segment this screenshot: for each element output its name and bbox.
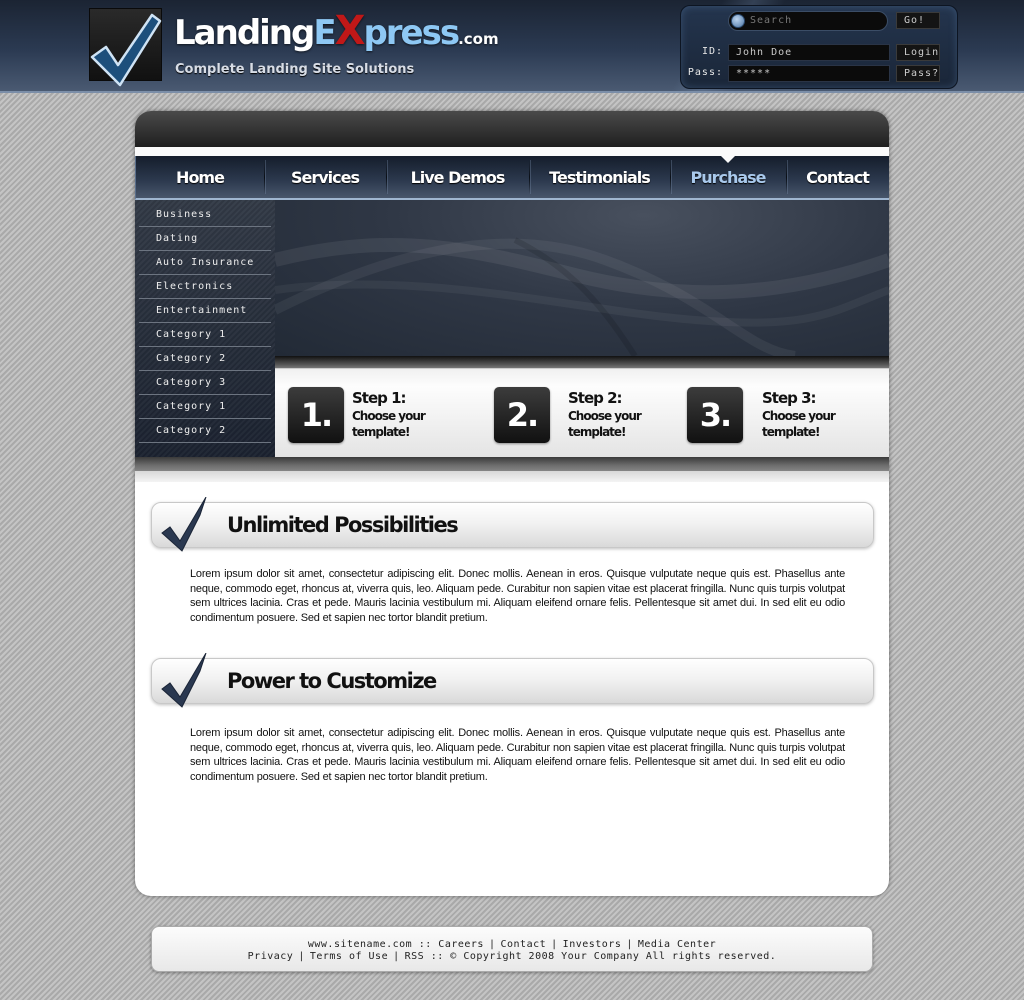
footer-link-contact[interactable]: Contact (500, 939, 546, 950)
sidebar-item-category-2[interactable]: Category 2 (139, 347, 271, 371)
footer-link-rss[interactable]: RSS (405, 951, 425, 962)
banner-shadow (275, 356, 889, 368)
footer-separator: | (488, 939, 496, 950)
footer-separator: | (298, 951, 305, 962)
sidebar-item-category-1[interactable]: Category 1 (139, 323, 271, 347)
step-2-title: Step 2: (568, 389, 623, 407)
content-top-strip (135, 471, 889, 482)
footer-separator: :: (430, 951, 444, 962)
step-1-description: Choose your template! (352, 409, 426, 439)
sidebar-item-category-1b[interactable]: Category 1 (139, 395, 271, 419)
nav-testimonials[interactable]: Testimonials (529, 156, 670, 198)
card-top-strip (135, 147, 889, 156)
id-label: ID: (701, 46, 723, 57)
sidebar-item-electronics[interactable]: Electronics (139, 275, 271, 299)
card-top-bar (135, 111, 889, 147)
step-1-title: Step 1: (352, 389, 407, 407)
section-header-power-to-customize: Power to Customize (151, 653, 874, 708)
logo-checkmark-badge[interactable] (89, 8, 162, 87)
login-panel: Search Go! ID: John Doe Login Pass: ****… (680, 5, 958, 89)
section-body-text: Lorem ipsum dolor sit amet, consectetur … (190, 568, 845, 624)
forgot-password-button[interactable]: Pass? (896, 65, 940, 82)
checkmark-icon (161, 497, 207, 552)
search-icon (731, 14, 745, 28)
site-header: LandingEXpress.com Complete Landing Site… (0, 0, 1024, 93)
footer-link-careers[interactable]: Careers (438, 939, 484, 950)
sidebar-item-category-3[interactable]: Category 3 (139, 371, 271, 395)
sidebar-item-business[interactable]: Business (139, 203, 271, 227)
sidebar-item-dating[interactable]: Dating (139, 227, 271, 251)
id-input[interactable]: John Doe (728, 44, 890, 61)
footer-site-link[interactable]: www.sitename.com (308, 939, 412, 950)
logo-word-landing: Landing (174, 13, 315, 53)
logo-word-press: press (363, 13, 460, 53)
step-3-number: 3. (687, 387, 743, 443)
nav-services[interactable]: Services (264, 156, 386, 198)
nav-live-demos[interactable]: Live Demos (386, 156, 529, 198)
footer-link-media-center[interactable]: Media Center (638, 939, 716, 950)
password-input[interactable]: ***** (728, 65, 890, 82)
logo-wordmark[interactable]: LandingEXpress.com (174, 8, 499, 54)
footer-line-2: Privacy | Terms of Use | RSS :: © Copyright … (152, 951, 872, 963)
logo-domain: .com (458, 30, 499, 48)
step-2-number: 2. (494, 387, 550, 443)
checkmark-icon (161, 653, 207, 708)
steps-bar: 1. Step 1: Choose your template! 2. Step… (275, 368, 889, 457)
footer-separator: | (393, 951, 400, 962)
nav-contact[interactable]: Contact (786, 156, 889, 198)
sidebar-item-auto-insurance[interactable]: Auto Insurance (139, 251, 271, 275)
footer-link-investors[interactable]: Investors (563, 939, 622, 950)
sidebar-item-category-2b[interactable]: Category 2 (139, 419, 271, 443)
section-title: Power to Customize (227, 669, 437, 693)
logo-word-e: E (313, 13, 336, 53)
step-1-number: 1. (288, 387, 344, 443)
footer-separator: | (626, 939, 633, 950)
footer-separator: | (551, 939, 558, 950)
search-placeholder: Search (750, 15, 793, 26)
logo-tagline: Complete Landing Site Solutions (175, 62, 415, 77)
footer-link-privacy[interactable]: Privacy (248, 951, 294, 962)
checkmark-icon (90, 13, 162, 87)
search-go-button[interactable]: Go! (896, 12, 940, 29)
section-body-text: Lorem ipsum dolor sit amet, consectetur … (190, 727, 845, 783)
section-header-unlimited-possibilities: Unlimited Possibilities (151, 497, 874, 552)
step-2-description: Choose your template! (568, 409, 642, 439)
footer-link-terms[interactable]: Terms of Use (310, 951, 388, 962)
nav-home[interactable]: Home (136, 156, 264, 198)
main-content-card: Home Services Live Demos Testimonials Pu… (135, 111, 889, 896)
footer-copyright: © Copyright 2008 Your Company All rights… (450, 951, 777, 962)
step-3-title: Step 3: (762, 389, 817, 407)
login-button[interactable]: Login (896, 44, 940, 61)
logo-word-x: X (334, 8, 366, 54)
banner-wave-graphic (275, 237, 889, 356)
site-footer: www.sitename.com :: Careers | Contact | Inve… (151, 926, 873, 972)
pass-label: Pass: (687, 67, 723, 78)
category-sidebar: Business Dating Auto Insurance Electroni… (135, 200, 275, 458)
step-3-description: Choose your template! (762, 409, 836, 439)
main-nav: Home Services Live Demos Testimonials Pu… (135, 155, 889, 200)
steps-bottom-shadow (135, 457, 889, 471)
footer-separator: :: (418, 939, 432, 950)
section-title: Unlimited Possibilities (227, 513, 459, 537)
sidebar-item-entertainment[interactable]: Entertainment (139, 299, 271, 323)
search-input[interactable]: Search (728, 11, 888, 31)
footer-line-1: www.sitename.com :: Careers | Contact | Inve… (152, 939, 872, 951)
hero-banner (275, 200, 889, 356)
nav-purchase[interactable]: Purchase (670, 155, 786, 198)
